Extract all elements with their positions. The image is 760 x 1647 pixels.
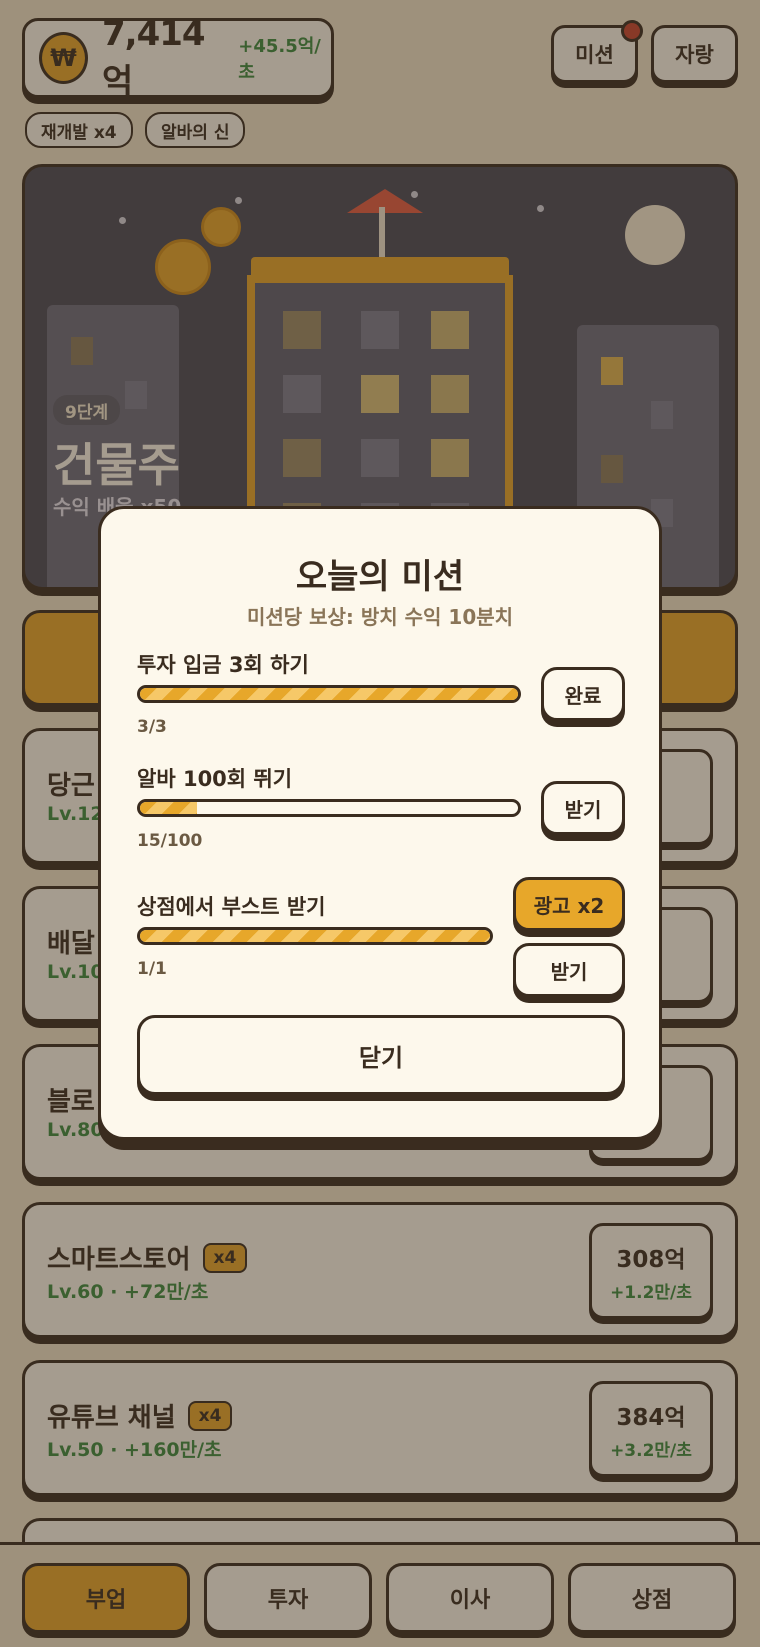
progress-fill [140,688,518,700]
modal-subtitle: 미션당 보상: 방치 수익 10분치 [246,605,514,629]
mission-claim-button[interactable]: 받기 [513,943,625,997]
progress-fill [140,802,197,814]
mission-progress-bar [137,927,493,945]
mission-label: 투자 입금 3회 하기 [137,653,309,677]
ad-double-button[interactable]: 광고 x2 [513,877,625,931]
mission-progress-bar [137,799,521,817]
mission-progress-text: 15/100 [137,831,203,851]
progress-fill [140,930,490,942]
mission-progress-text: 1/1 [137,959,167,979]
mission-progress-bar [137,685,521,703]
game-screen: ₩ 7,414억 +45.5억/초 미션 자랑 재개발 x4 알바의 신 9단계… [0,0,760,1647]
mission-progress-text: 3/3 [137,717,167,737]
close-button[interactable]: 닫기 [137,1015,625,1095]
mission-complete-button[interactable]: 완료 [541,667,625,721]
mission-label: 알바 100회 뛰기 [137,767,293,791]
mission-label: 상점에서 부스트 받기 [137,895,326,919]
daily-mission-modal: 오늘의 미션 미션당 보상: 방치 수익 10분치 투자 입금 3회 하기 3/… [98,506,662,1140]
mission-claim-button[interactable]: 받기 [541,781,625,835]
modal-title: 오늘의 미션 [295,557,465,597]
